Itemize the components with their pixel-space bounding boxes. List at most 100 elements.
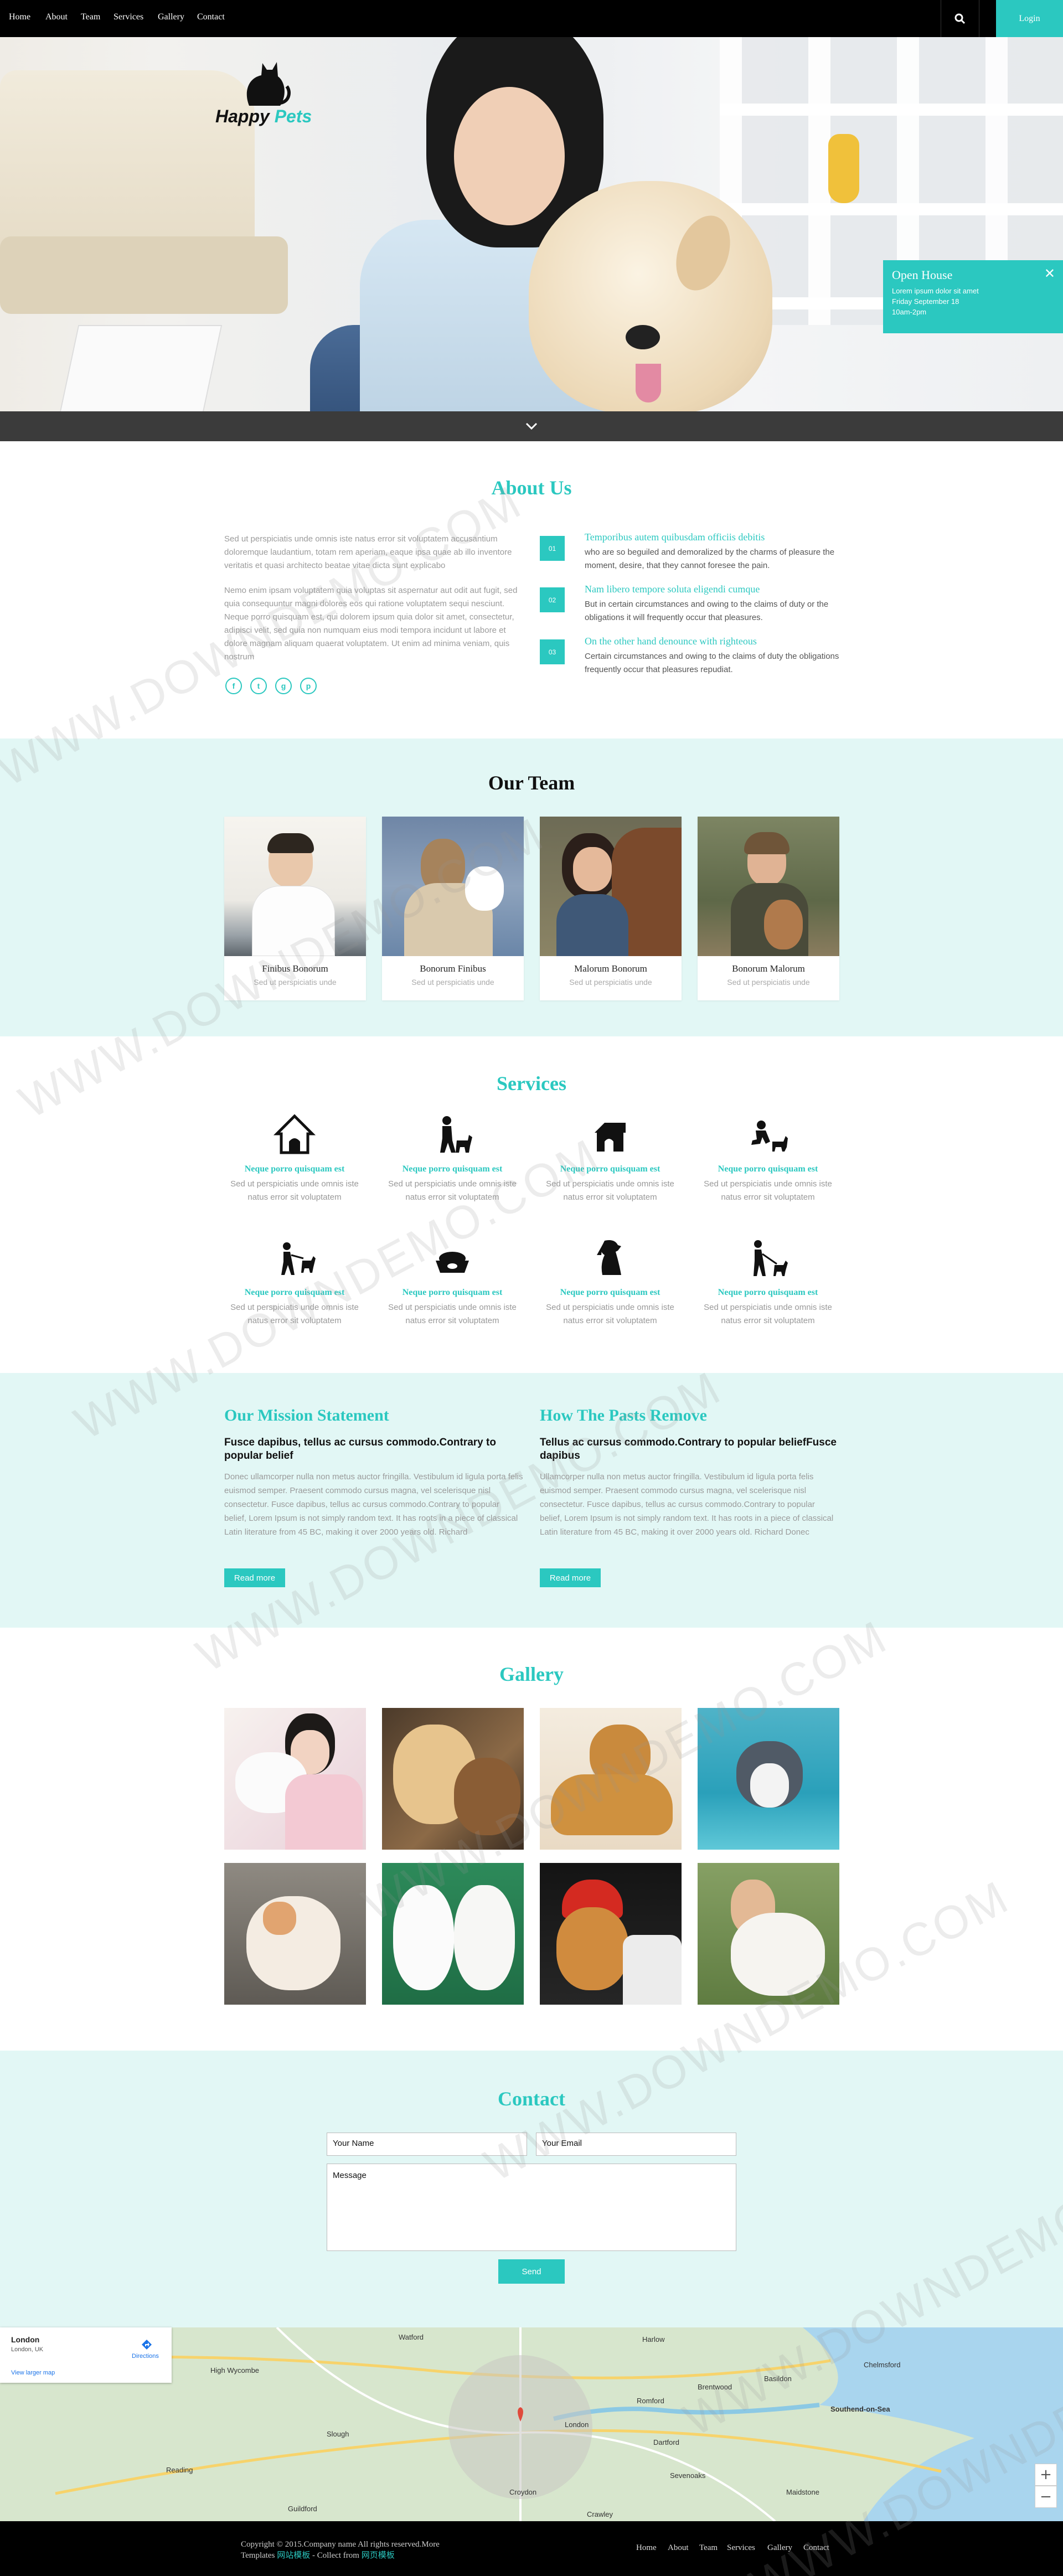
nav-about[interactable]: About <box>45 12 68 22</box>
open-house-date: Friday September 18 <box>892 297 959 306</box>
pasts-text: Ullamcorper nulla non metus auctor fring… <box>540 1472 834 1537</box>
cat-logo-icon[interactable] <box>238 53 293 106</box>
twitter-icon[interactable]: t <box>250 678 267 694</box>
feature-number: 02 <box>540 587 565 612</box>
nav-contact[interactable]: Contact <box>197 12 225 22</box>
service-item: Neque porro quisquam est Sed ut perspici… <box>223 1113 367 1204</box>
directions-icon[interactable] <box>141 2338 153 2351</box>
footer-nav-contact[interactable]: Contact <box>803 2543 829 2553</box>
read-more-button[interactable]: Read more <box>224 1568 285 1587</box>
feature-title: Temporibus autem quibusdam officiis debi… <box>585 531 765 543</box>
service-title: Neque porro quisquam est <box>402 1164 503 1174</box>
team-photo <box>540 817 682 956</box>
service-text: Sed ut perspiciatis unde omnis iste natu… <box>546 1179 674 1202</box>
hero-dog-nose <box>626 325 660 349</box>
feature-text: who are so beguiled and demoralized by t… <box>585 548 835 570</box>
service-item: Neque porro quisquam est Sed ut perspici… <box>223 1236 367 1328</box>
gallery-image[interactable] <box>224 1708 366 1850</box>
service-item: Neque porro quisquam est Sed ut perspici… <box>696 1236 840 1328</box>
nav-services[interactable]: Services <box>113 12 143 22</box>
services-title: Services <box>497 1072 566 1095</box>
gallery-image[interactable] <box>224 1863 366 2005</box>
service-text: Sed ut perspiciatis unde omnis iste natu… <box>704 1179 832 1202</box>
dog-leash-icon <box>754 1240 788 1276</box>
gallery-image[interactable] <box>698 1708 839 1850</box>
footer-nav-about[interactable]: About <box>668 2543 689 2553</box>
mission-text: Donec ullamcorper nulla non metus auctor… <box>224 1472 523 1537</box>
gallery-image[interactable] <box>540 1708 682 1850</box>
pinterest-icon[interactable]: p <box>300 678 317 694</box>
team-card[interactable]: Finibus Bonorum Sed ut perspiciatis unde <box>224 817 366 1000</box>
brand-logo-text[interactable]: Happy Pets <box>215 106 312 127</box>
team-card[interactable]: Malorum Bonorum Sed ut perspiciatis unde <box>540 817 682 1000</box>
footer-copyright: Copyright © 2015.Company name All rights… <box>241 2539 440 2561</box>
sitting-dog-icon <box>597 1240 621 1275</box>
map-label: Harlow <box>642 2335 665 2343</box>
team-photo <box>382 817 524 956</box>
message-field[interactable]: Message <box>327 2164 736 2251</box>
service-title: Neque porro quisquam est <box>718 1288 818 1297</box>
footer-nav-gallery[interactable]: Gallery <box>767 2543 792 2553</box>
zoom-out-button[interactable]: − <box>1035 2486 1057 2508</box>
hero-person-face <box>454 87 565 225</box>
hero-sofa-seat <box>0 236 288 314</box>
footer-collect-link[interactable]: 网页模板 <box>362 2551 395 2560</box>
footer: Copyright © 2015.Company name All rights… <box>0 2521 1063 2576</box>
pasts-subtitle: Tellus ac cursus commodo.Contrary to pop… <box>540 1437 837 1462</box>
map-info-card: London London, UK View larger map Direct… <box>0 2327 172 2383</box>
service-item: Neque porro quisquam est Sed ut perspici… <box>380 1236 524 1328</box>
name-field[interactable]: Your Name <box>327 2133 527 2156</box>
map-place-region: London, UK <box>11 2346 44 2353</box>
brand-word-happy: Happy <box>215 106 270 126</box>
scroll-down-bar[interactable] <box>0 411 1063 441</box>
dog-training-icon <box>440 1116 472 1153</box>
zoom-in-button[interactable]: + <box>1035 2464 1057 2486</box>
footer-nav-team[interactable]: Team <box>699 2543 718 2553</box>
footer-nav-services[interactable]: Services <box>727 2543 755 2553</box>
service-title: Neque porro quisquam est <box>560 1164 660 1174</box>
login-button[interactable]: Login <box>996 0 1063 37</box>
gallery-image[interactable] <box>382 1708 524 1850</box>
feature-text: But in certain circumstances and owing t… <box>585 600 829 622</box>
facebook-icon[interactable]: f <box>225 678 242 694</box>
team-card[interactable]: Bonorum Finibus Sed ut perspiciatis unde <box>382 817 524 1000</box>
nav-team[interactable]: Team <box>81 12 100 22</box>
footer-nav-home[interactable]: Home <box>636 2543 657 2553</box>
search-button[interactable] <box>941 0 979 37</box>
service-title: Neque porro quisquam est <box>244 1288 345 1297</box>
send-button[interactable]: Send <box>498 2259 565 2284</box>
gallery-image[interactable] <box>698 1863 839 2005</box>
hero-shelf-board <box>720 104 1063 116</box>
footer-template-link[interactable]: 网站模板 <box>277 2551 310 2560</box>
search-icon <box>954 13 966 24</box>
nav-home[interactable]: Home <box>9 12 30 22</box>
feature-number: 03 <box>540 639 565 664</box>
footer-text: - Collect from <box>312 2551 359 2560</box>
map-label: Basildon <box>764 2374 792 2383</box>
team-card[interactable]: Bonorum Malorum Sed ut perspiciatis unde <box>698 817 839 1000</box>
team-member-sub: Sed ut perspiciatis unde <box>254 978 337 987</box>
close-icon[interactable]: ✕ <box>1044 266 1055 281</box>
chevron-down-icon[interactable] <box>525 422 538 431</box>
directions-link[interactable]: Directions <box>132 2353 159 2360</box>
service-text: Sed ut perspiciatis unde omnis iste natu… <box>704 1303 832 1325</box>
service-item: Neque porro quisquam est Sed ut perspici… <box>538 1236 682 1328</box>
feature-title: Nam libero tempore soluta eligendi cumqu… <box>585 584 760 595</box>
footer-text: Templates <box>241 2551 275 2560</box>
hero-banner <box>0 37 1063 441</box>
team-photo <box>698 817 839 956</box>
gallery-image[interactable] <box>382 1863 524 2005</box>
gallery-image[interactable] <box>540 1863 682 2005</box>
team-title: Our Team <box>488 772 575 794</box>
map-label: Dartford <box>653 2438 679 2446</box>
contact-title: Contact <box>498 2088 565 2110</box>
service-text: Sed ut perspiciatis unde omnis iste natu… <box>388 1179 517 1202</box>
google-plus-icon[interactable]: g <box>275 678 292 694</box>
map-label: Sevenoaks <box>670 2471 706 2480</box>
nav-gallery[interactable]: Gallery <box>158 12 184 22</box>
footer-copyright-line: Copyright © 2015.Company name All rights… <box>241 2540 440 2549</box>
hero-dog-tongue <box>636 364 661 402</box>
view-larger-map-link[interactable]: View larger map <box>11 2369 55 2376</box>
email-field[interactable]: Your Email <box>536 2133 736 2156</box>
read-more-button[interactable]: Read more <box>540 1568 601 1587</box>
